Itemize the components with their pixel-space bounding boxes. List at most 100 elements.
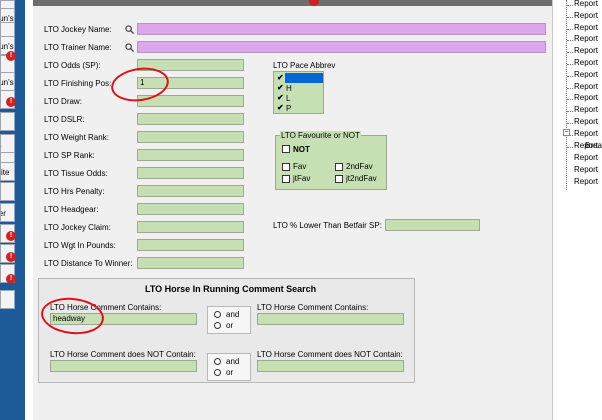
jockey-claim-input[interactable] <box>137 221 244 233</box>
odds-sp-label: LTO Odds (SP): <box>44 61 101 70</box>
tree-item-report[interactable]: Report <box>574 117 598 126</box>
and-radio-2[interactable] <box>214 358 221 365</box>
check-icon[interactable]: ✔ <box>277 94 285 102</box>
tree-item-report[interactable]: Report <box>574 153 598 162</box>
comment-contains-input-2[interactable] <box>257 313 404 325</box>
jockey-name-input[interactable] <box>137 23 546 35</box>
wgt-pounds-input[interactable] <box>137 239 244 251</box>
or-radio-2[interactable] <box>214 369 221 376</box>
pct-lower-label: LTO % Lower Than Betfair SP: <box>273 221 382 230</box>
weight-rank-label: LTO Weight Rank: <box>44 133 109 142</box>
or-radio[interactable] <box>214 322 221 329</box>
tree-connector <box>567 111 573 113</box>
sidebar-button[interactable]: ler <box>0 203 15 222</box>
collapse-icon[interactable]: − <box>563 129 570 136</box>
tree-item-report[interactable]: Report <box>574 177 598 186</box>
tree-connector <box>567 99 573 101</box>
tree-item-report[interactable]: Report <box>574 23 598 32</box>
error-icon: ! <box>6 274 16 284</box>
jt-second-fav-checkbox[interactable] <box>335 175 343 183</box>
jt-second-fav-label: jt2ndFav <box>346 174 377 183</box>
tree-connector <box>567 40 573 42</box>
tree-item-report[interactable]: Report <box>574 165 598 174</box>
pace-abbrev-list[interactable]: ✔ ✔ H ✔ L ✔ P <box>273 71 324 114</box>
second-fav-checkbox[interactable] <box>335 163 343 171</box>
tree-item-report[interactable]: Report <box>574 82 598 91</box>
tissue-odds-input[interactable] <box>137 167 244 179</box>
sidebar-button[interactable]: site <box>0 162 15 181</box>
weight-rank-input[interactable] <box>137 131 244 143</box>
not-checkbox[interactable] <box>282 145 290 153</box>
pace-item-label: L <box>286 94 291 103</box>
pct-lower-input[interactable] <box>385 219 480 231</box>
tree-connector <box>567 75 573 77</box>
favourite-group-title: LTO Favourite or NOT <box>280 131 361 140</box>
sidebar-button[interactable]: s <box>0 112 15 131</box>
tree-connector <box>567 123 573 124</box>
tree-connector <box>567 64 573 65</box>
tissue-odds-label: LTO Tissue Odds: <box>44 169 108 178</box>
dslr-input[interactable] <box>137 113 244 125</box>
wgt-pounds-label: LTO Wgt In Pounds: <box>44 241 116 250</box>
error-icon: ! <box>6 231 16 241</box>
hrs-penalty-input[interactable] <box>137 185 244 197</box>
sp-rank-input[interactable] <box>137 149 244 161</box>
tree-connector <box>567 5 573 6</box>
search-icon[interactable] <box>125 43 134 52</box>
tree-item-report[interactable]: Report <box>574 93 598 102</box>
trainer-name-input[interactable] <box>137 41 546 53</box>
or-label-2: or <box>226 368 234 377</box>
panel-header-bar <box>33 0 552 6</box>
fav-label: Fav <box>293 162 307 171</box>
check-icon[interactable]: ✔ <box>277 104 285 112</box>
jockey-claim-label: LTO Jockey Claim: <box>44 223 111 232</box>
jockey-name-label: LTO Jockey Name: <box>44 25 112 34</box>
sidebar-button[interactable]: tun's <box>0 72 15 91</box>
pace-abbrev-selection <box>285 73 323 83</box>
distance-to-winner-label: LTO Distance To Winner: <box>44 259 133 268</box>
trainer-name-label: LTO Trainer Name: <box>44 43 112 52</box>
panel-scroll-edge <box>552 0 561 420</box>
tree-connector <box>567 146 573 148</box>
hrs-penalty-label: LTO Hrs Penalty: <box>44 187 105 196</box>
distance-to-winner-input[interactable] <box>137 257 244 269</box>
jt-fav-checkbox[interactable] <box>282 175 290 183</box>
tree-item-report[interactable]: Report <box>574 11 598 20</box>
tree-item-report[interactable]: Report <box>574 0 598 8</box>
comment-contains-label-2: LTO Horse Comment Contains: <box>257 303 369 312</box>
tree-item-report[interactable]: Report <box>574 105 598 114</box>
tree-connector <box>567 16 573 18</box>
tree-item-report[interactable]: Report <box>574 129 598 138</box>
fav-checkbox[interactable] <box>282 163 290 171</box>
tree-connector <box>567 28 573 30</box>
comment-search-title: LTO Horse In Running Comment Search <box>145 284 317 294</box>
check-icon[interactable]: ✔ <box>277 84 285 92</box>
tree-item-report[interactable]: Report <box>574 58 598 67</box>
tree-item-report[interactable]: Report <box>574 46 598 55</box>
and-label: and <box>226 310 240 319</box>
tree-connector <box>567 52 573 54</box>
tree-item-child[interactable]: Brea <box>585 141 602 150</box>
sp-rank-label: LTO SP Rank: <box>44 151 95 160</box>
sidebar-button[interactable] <box>0 182 15 201</box>
comment-not-contain-label-2: LTO Horse Comment does NOT Contain: <box>257 350 403 359</box>
tree-item-report[interactable]: Report <box>574 70 598 79</box>
sidebar-button[interactable] <box>0 290 15 309</box>
headgear-label: LTO Headgear: <box>44 205 99 214</box>
pace-abbrev-label: LTO Pace Abbrev <box>273 61 336 70</box>
jt-fav-label: jtFav <box>293 174 311 183</box>
error-icon: ! <box>6 97 16 107</box>
headgear-input[interactable] <box>137 203 244 215</box>
and-radio[interactable] <box>214 311 221 318</box>
comment-not-contain-input-2[interactable] <box>257 360 404 372</box>
search-icon[interactable] <box>125 25 134 34</box>
comment-not-contain-input[interactable] <box>50 360 197 372</box>
sidebar-button[interactable]: a <box>0 134 15 153</box>
check-icon[interactable]: ✔ <box>277 74 285 82</box>
error-icon: ! <box>6 252 16 262</box>
error-icon: ! <box>6 51 16 61</box>
comment-not-contain-label: LTO Horse Comment does NOT Contain: <box>50 350 196 359</box>
finishing-pos-label: LTO Finishing Pos: <box>44 79 112 88</box>
tree-item-report[interactable]: Report <box>574 34 598 43</box>
pace-item-label: P <box>286 104 292 113</box>
